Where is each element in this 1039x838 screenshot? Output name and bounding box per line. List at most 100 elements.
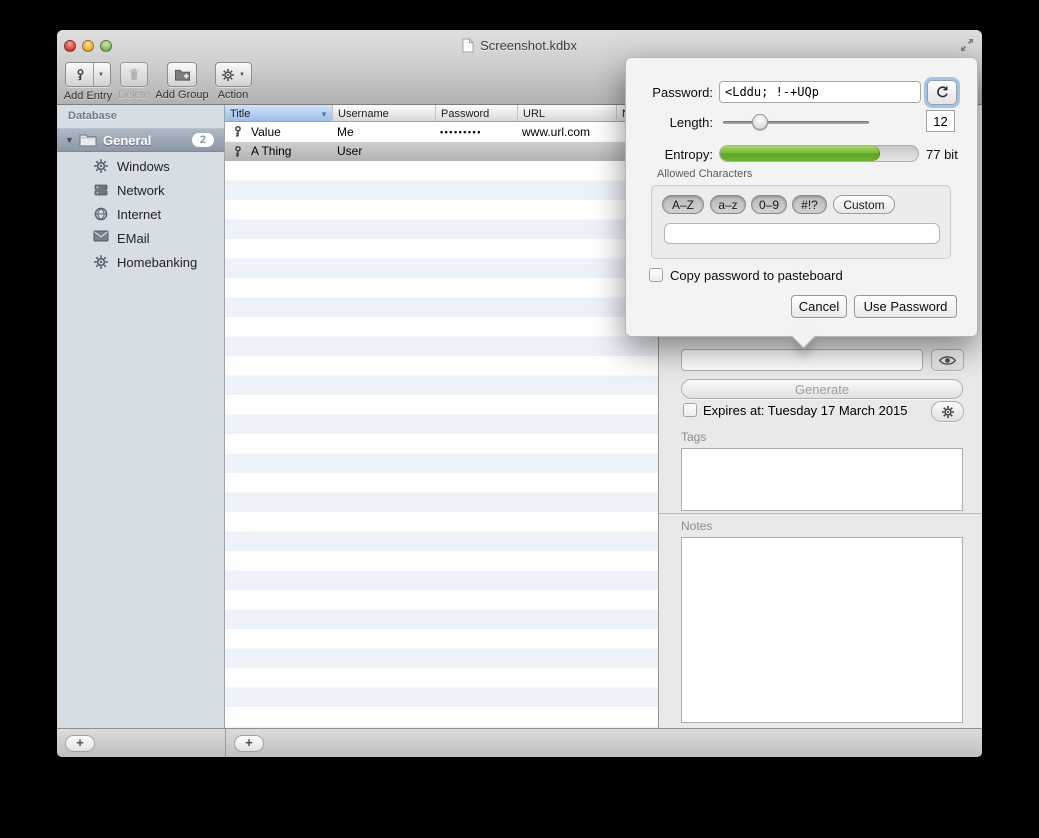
- bottom-bar-divider: [225, 729, 226, 757]
- column-header-password[interactable]: Password: [436, 105, 518, 122]
- column-header-url[interactable]: URL: [518, 105, 617, 122]
- window-title: Screenshot.kdbx: [480, 38, 577, 53]
- segment-symbols[interactable]: #!?: [792, 195, 827, 214]
- password-generator-popover: Password: Length: Entropy: 77 bit Allowe…: [625, 57, 978, 337]
- password-label: Password:: [626, 85, 713, 100]
- length-slider[interactable]: [723, 114, 869, 130]
- add-group-label: Add Group: [155, 89, 209, 101]
- show-password-button[interactable]: [931, 349, 964, 371]
- folder-plus-icon: [174, 67, 191, 82]
- entry-count-badge: 2: [192, 133, 214, 147]
- sidebar-group-label: General: [103, 133, 192, 148]
- segment-uppercase[interactable]: A–Z: [662, 195, 704, 214]
- cell-url: www.url.com: [522, 125, 590, 139]
- notes-label: Notes: [681, 519, 712, 533]
- password-field[interactable]: [681, 349, 923, 371]
- chevron-down-icon[interactable]: ▼: [94, 72, 108, 78]
- generated-password-field[interactable]: [719, 81, 921, 103]
- toolbar-add-group: Add Group: [155, 62, 209, 101]
- sidebar-group-general[interactable]: ▼ General 2: [57, 128, 224, 152]
- entropy-bar-fill: [720, 146, 880, 161]
- folder-icon: [79, 133, 97, 147]
- refresh-icon: [935, 85, 950, 100]
- generate-button[interactable]: Generate: [681, 379, 963, 399]
- allowed-characters-label: Allowed Characters: [657, 168, 752, 180]
- bottom-bar: + +: [57, 728, 982, 757]
- table-row[interactable]: Value Me ••••••••• www.url.com: [225, 122, 658, 142]
- eye-icon: [938, 355, 957, 366]
- cancel-button[interactable]: Cancel: [791, 295, 847, 318]
- gear-icon: [93, 254, 109, 270]
- delete-label: Delete: [116, 89, 152, 101]
- sidebar-section-header: Database: [68, 110, 117, 122]
- disclosure-triangle-icon[interactable]: ▼: [65, 135, 79, 145]
- sidebar-item-internet[interactable]: Internet: [57, 202, 224, 226]
- chevron-down-icon: ▼: [235, 72, 249, 78]
- key-icon: [232, 144, 245, 159]
- tags-label: Tags: [681, 430, 706, 444]
- slider-track: [723, 121, 869, 124]
- sidebar-item-label: Windows: [117, 159, 170, 174]
- column-header-title[interactable]: Title ▼: [225, 105, 333, 122]
- use-password-button[interactable]: Use Password: [854, 295, 957, 318]
- segment-custom[interactable]: Custom: [833, 195, 895, 214]
- sidebar-item-email[interactable]: EMail: [57, 226, 224, 250]
- cell-password: •••••••••: [440, 127, 482, 137]
- globe-icon: [93, 206, 109, 222]
- trash-icon: [127, 67, 141, 82]
- expires-label: Expires at: Tuesday 17 March 2015: [703, 403, 908, 418]
- cell-title: Value: [251, 125, 281, 139]
- envelope-icon: [93, 230, 109, 246]
- sidebar-item-label: EMail: [117, 231, 150, 246]
- sidebar-item-label: Homebanking: [117, 255, 197, 270]
- copy-password-checkbox[interactable]: ✓: [649, 268, 663, 282]
- entropy-value: 77 bit: [926, 147, 958, 162]
- slider-thumb[interactable]: [752, 114, 768, 130]
- segment-digits[interactable]: 0–9: [751, 195, 787, 214]
- sidebar: Database ▼ General 2 Windows Networ: [57, 105, 225, 728]
- regenerate-button[interactable]: [927, 80, 957, 105]
- entropy-bar: [719, 145, 919, 162]
- expires-options-button[interactable]: [931, 401, 964, 422]
- server-icon: [93, 182, 109, 198]
- delete-button[interactable]: [120, 62, 148, 87]
- action-label: Action: [213, 89, 253, 101]
- entropy-label: Entropy:: [626, 147, 713, 162]
- copy-password-label: Copy password to pasteboard: [670, 268, 843, 283]
- expires-checkbox[interactable]: ✓: [683, 403, 697, 417]
- column-header-username[interactable]: Username: [333, 105, 436, 122]
- section-divider: [659, 513, 982, 514]
- document-icon: [462, 38, 474, 53]
- add-group-plus-button[interactable]: +: [65, 735, 95, 752]
- gear-icon: [941, 405, 955, 419]
- cell-title: A Thing: [251, 144, 291, 158]
- cell-username: Me: [337, 125, 354, 139]
- sidebar-item-label: Network: [117, 183, 165, 198]
- tags-input[interactable]: [681, 448, 963, 511]
- sort-arrow-icon: ▼: [320, 110, 328, 119]
- add-entry-label: Add Entry: [60, 90, 116, 102]
- add-group-button[interactable]: [167, 62, 197, 87]
- cell-username: User: [337, 144, 362, 158]
- sidebar-item-windows[interactable]: Windows: [57, 154, 224, 178]
- table-row-selected[interactable]: A Thing User: [225, 142, 658, 162]
- table-body: Value Me ••••••••• www.url.com A Thing U…: [225, 122, 658, 728]
- toolbar-action: ▼ Action: [213, 62, 253, 101]
- length-value-field[interactable]: [926, 110, 955, 132]
- app-window: Screenshot.kdbx ▼ Add Entry Delete: [57, 30, 982, 757]
- notes-input[interactable]: [681, 537, 963, 723]
- custom-characters-field[interactable]: [664, 223, 940, 244]
- table-header: Title ▼ Username Password URL Notes: [225, 105, 658, 122]
- add-entry-plus-button[interactable]: +: [234, 735, 264, 752]
- add-entry-button[interactable]: ▼: [65, 62, 111, 87]
- segment-lowercase[interactable]: a–z: [710, 195, 746, 214]
- toolbar-add-entry: ▼ Add Entry: [60, 62, 116, 102]
- entry-table: Title ▼ Username Password URL Notes Valu…: [225, 105, 658, 728]
- allowed-characters-well: A–Z a–z 0–9 #!? Custom: [651, 185, 951, 259]
- sidebar-item-homebanking[interactable]: Homebanking: [57, 250, 224, 274]
- action-button[interactable]: ▼: [215, 62, 252, 87]
- toolbar-delete: Delete: [116, 62, 152, 101]
- sidebar-item-network[interactable]: Network: [57, 178, 224, 202]
- key-icon: [232, 124, 245, 139]
- fullscreen-icon[interactable]: [959, 37, 975, 53]
